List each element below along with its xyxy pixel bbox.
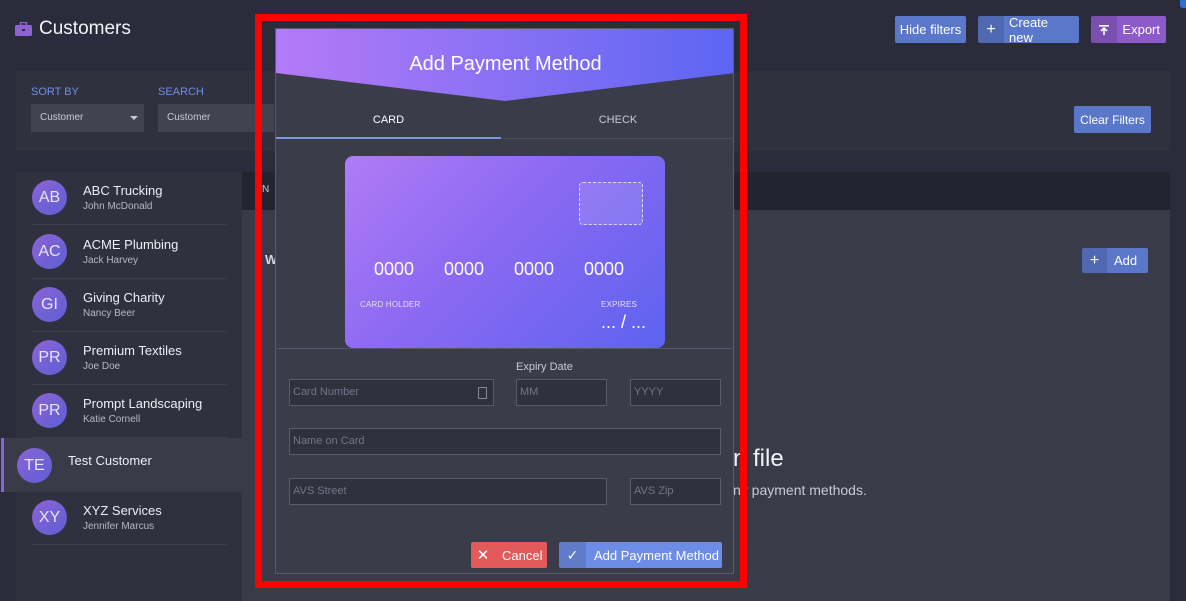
sort-by-label: SORT BY [31, 86, 79, 98]
list-item[interactable]: GI Giving Charity Nancy Beer [31, 279, 227, 332]
clear-filters-button[interactable]: Clear Filters [1074, 106, 1151, 133]
list-item[interactable]: XY XYZ Services Jennifer Marcus [31, 492, 227, 545]
avatar: GI [32, 287, 67, 322]
customer-contact: John McDonald [83, 201, 153, 212]
add-payment-button[interactable]: + Add [1082, 248, 1148, 273]
sort-by-select[interactable]: Customer [31, 104, 144, 132]
customer-name: ACME Plumbing [83, 237, 179, 252]
list-item[interactable]: AB ABC Trucking John McDonald [31, 172, 227, 225]
list-item-selected[interactable]: TE Test Customer [1, 438, 242, 492]
list-item[interactable]: PR Prompt Landscaping Katie Cornell [31, 385, 227, 438]
add-label: Add [1114, 253, 1138, 268]
customer-name: Giving Charity [83, 290, 165, 305]
plus-icon: + [1082, 248, 1107, 273]
customer-contact: Jack Harvey [83, 255, 139, 266]
customer-contact: Katie Cornell [83, 414, 141, 425]
highlight-box [255, 14, 747, 588]
hide-filters-button[interactable]: Hide filters [895, 16, 966, 43]
create-new-button[interactable]: + Create new [978, 14, 1079, 45]
list-item[interactable]: AC ACME Plumbing Jack Harvey [31, 226, 227, 279]
customer-list: AB ABC Trucking John McDonald AC ACME Pl… [1, 172, 242, 601]
page-title: Customers [39, 18, 131, 39]
sort-by-value: Customer [40, 112, 84, 123]
plus-icon: + [978, 16, 1004, 43]
clear-filters-label: Clear Filters [1080, 112, 1145, 127]
avatar: XY [32, 500, 67, 535]
customer-name: ABC Trucking [83, 183, 163, 198]
scroll-indicator [1180, 0, 1186, 8]
customer-contact: Jennifer Marcus [83, 521, 155, 532]
avatar: AB [32, 180, 67, 215]
search-label: SEARCH [158, 86, 204, 98]
avatar: PR [32, 393, 67, 428]
avatar: TE [17, 448, 52, 483]
avatar: PR [32, 340, 67, 375]
export-icon [1091, 16, 1118, 43]
list-item[interactable]: PR Premium Textiles Joe Doe [31, 332, 227, 385]
customer-name: Test Customer [68, 453, 152, 468]
hide-filters-label: Hide filters [899, 22, 962, 37]
empty-state-subtitle: ny payment methods. [733, 482, 867, 498]
customer-name: Premium Textiles [83, 343, 182, 358]
export-button[interactable]: Export [1091, 16, 1166, 43]
customer-name: Prompt Landscaping [83, 396, 203, 411]
avatar: AC [32, 234, 67, 269]
search-value: Customer [167, 112, 211, 123]
customer-contact: Joe Doe [83, 361, 121, 372]
customer-name: XYZ Services [83, 503, 162, 518]
export-label: Export [1122, 22, 1160, 37]
caret-down-icon [130, 116, 138, 120]
page-title-wrap: Customers [15, 18, 131, 40]
customer-contact: Nancy Beer [83, 308, 136, 319]
briefcase-icon [15, 21, 32, 36]
create-new-label: Create new [1009, 14, 1049, 45]
